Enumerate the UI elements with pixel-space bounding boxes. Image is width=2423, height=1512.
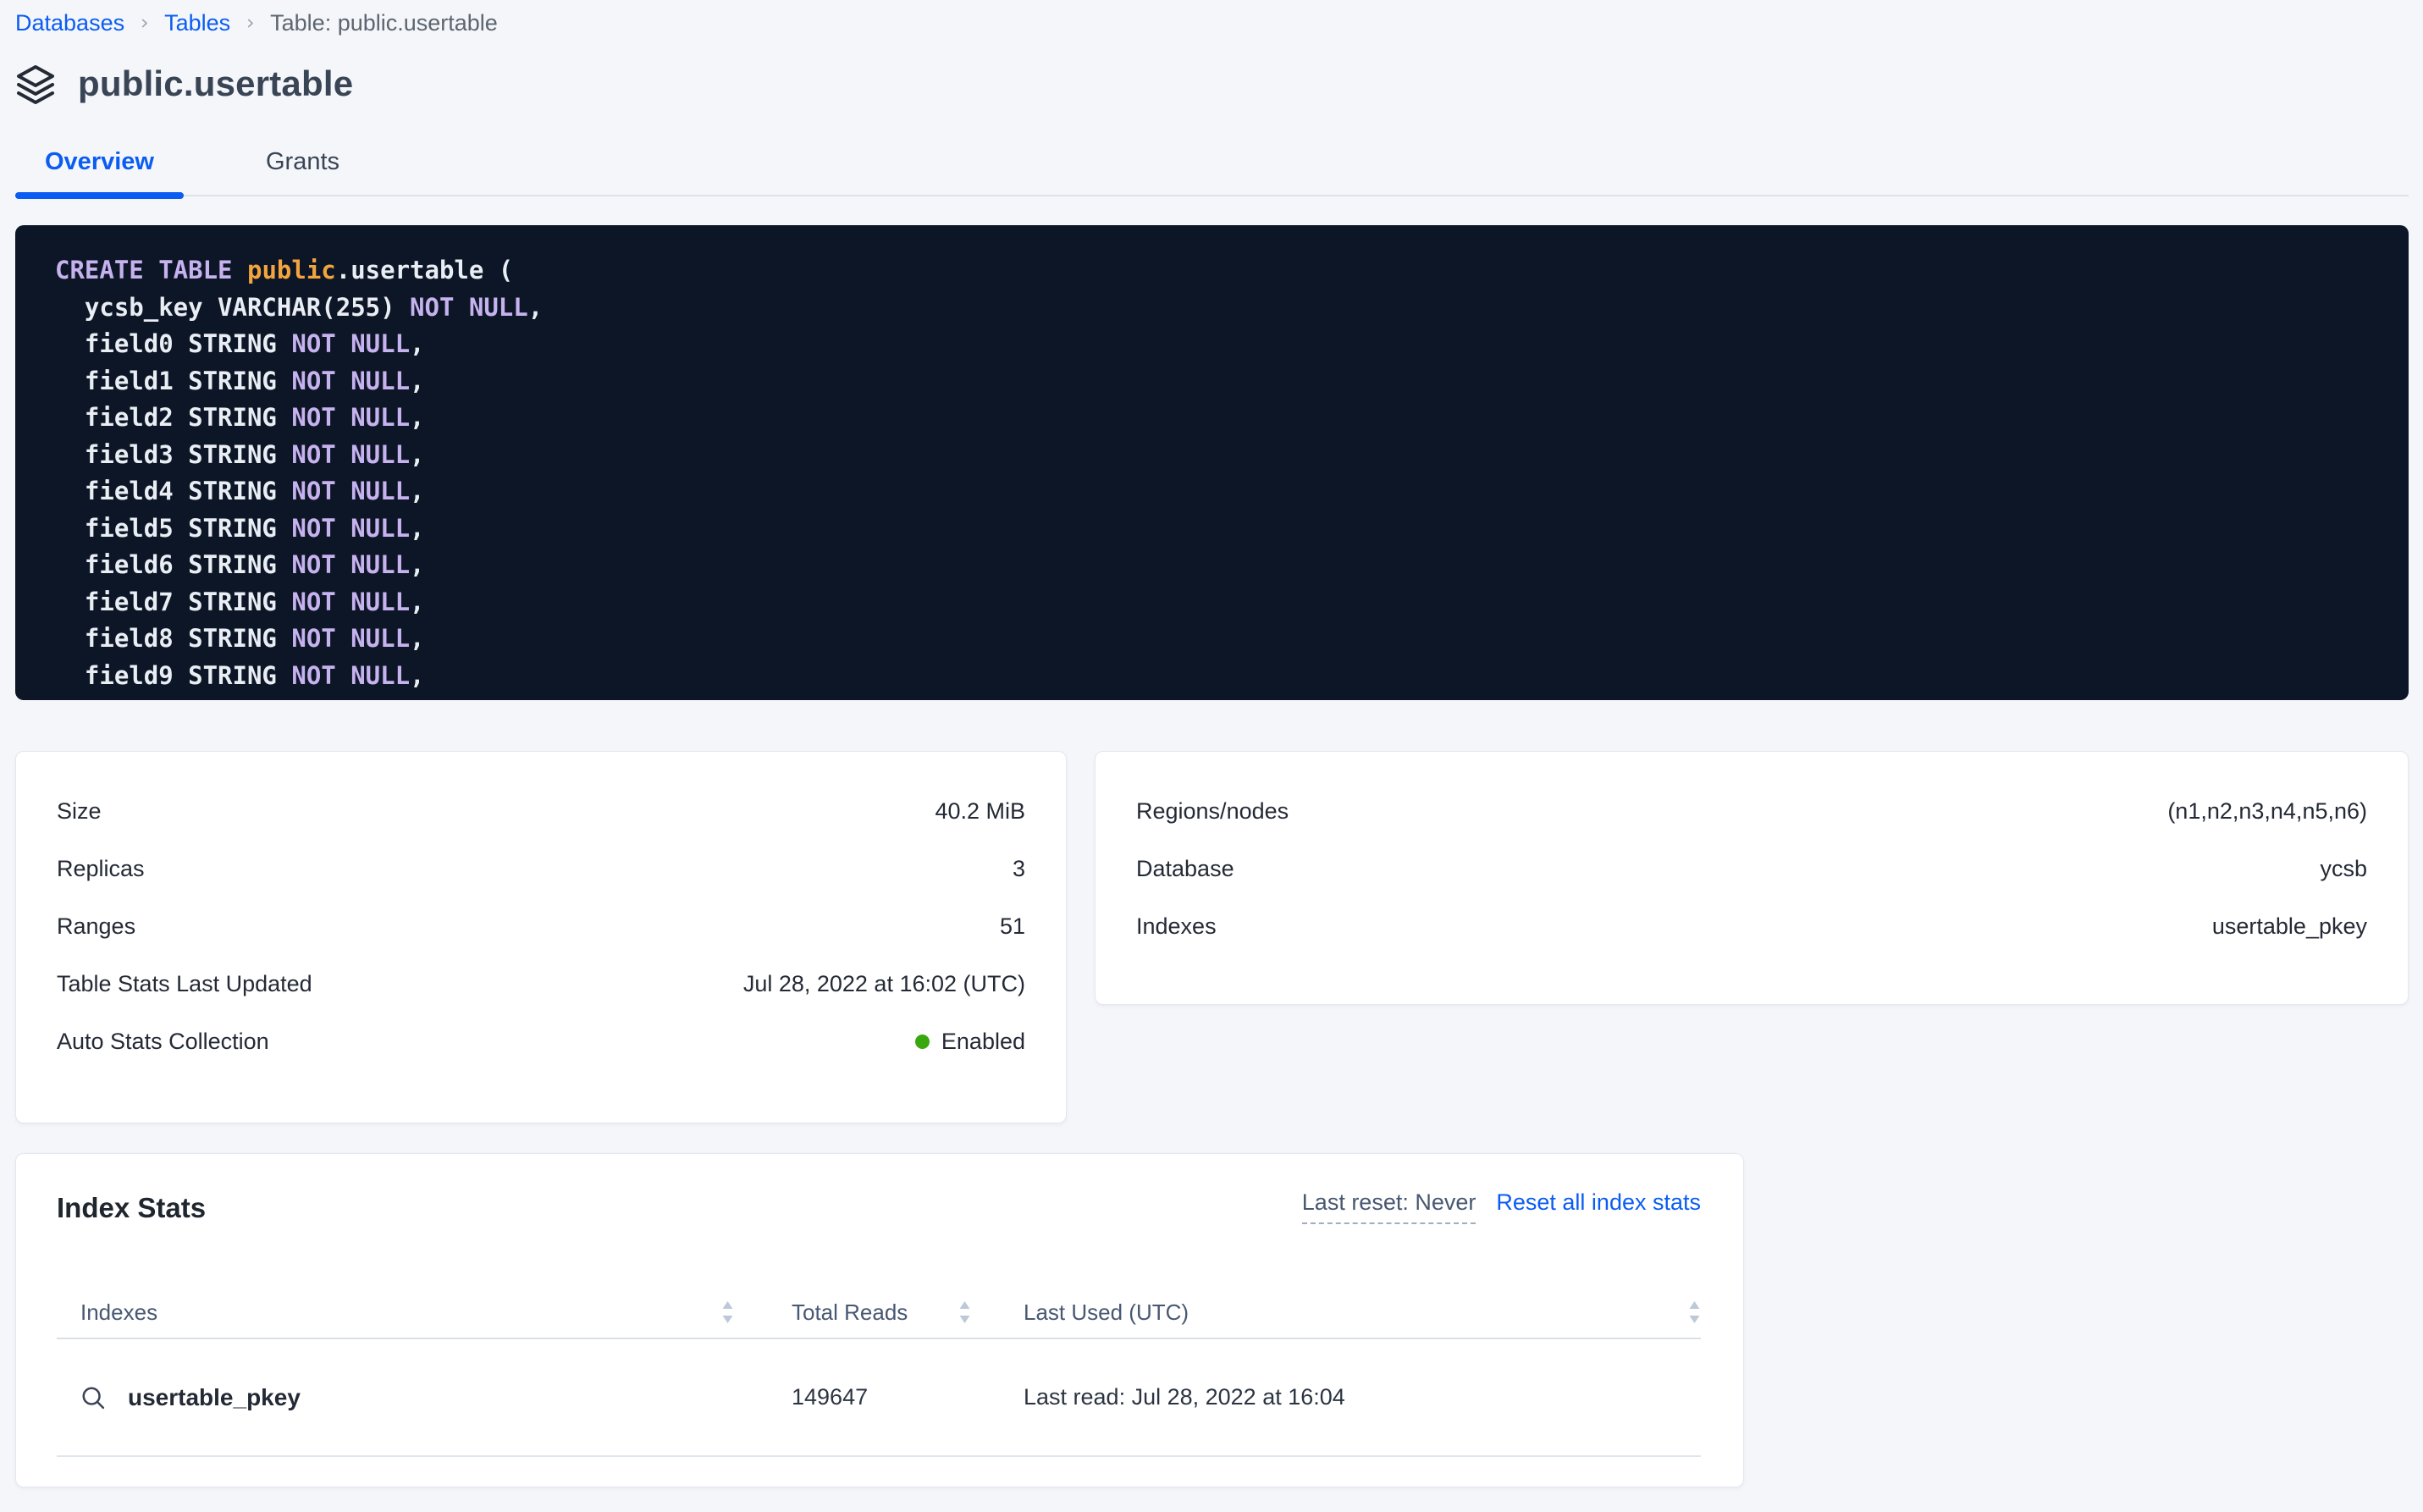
status-dot-green [915, 1035, 930, 1049]
column-header-last-used[interactable]: Last Used (UTC) [971, 1300, 1701, 1326]
detail-value: Enabled [915, 1029, 1025, 1055]
last-reset-label: Last reset: Never [1302, 1189, 1476, 1224]
detail-label: Auto Stats Collection [57, 1029, 269, 1055]
column-header-label: Last Used (UTC) [1024, 1300, 1189, 1326]
detail-label: Replicas [57, 856, 145, 882]
detail-label: Database [1136, 856, 1234, 882]
detail-value: 40.2 MiB [935, 798, 1025, 825]
table-topology-card: Regions/nodes (n1,n2,n3,n4,n5,n6) Database… [1095, 751, 2409, 1005]
sql-line: field2 STRING NOT NULL, [55, 400, 2369, 437]
total-reads-cell: 149647 [734, 1384, 971, 1410]
breadcrumb-link-tables[interactable]: Tables [164, 10, 230, 36]
detail-value: usertable_pkey [2212, 913, 2367, 940]
sql-line: field3 STRING NOT NULL, [55, 437, 2369, 474]
index-name-cell: usertable_pkey [57, 1384, 734, 1411]
layers-icon [15, 63, 56, 104]
sort-arrows-icon [1688, 1300, 1701, 1324]
sql-line: field0 STRING NOT NULL, [55, 326, 2369, 363]
page-header: public.usertable [15, 63, 2409, 104]
table-details-card: Size 40.2 MiB Replicas 3 Ranges 51 Table Stats… [15, 751, 1067, 1123]
detail-row: Auto Stats Collection Enabled [57, 1013, 1025, 1070]
last-used-value: Last read: Jul 28, 2022 at 16:04 [1024, 1384, 1345, 1410]
column-header-total-reads[interactable]: Total Reads [734, 1300, 971, 1326]
table-details-page: Databases Tables Table: public.usertable… [0, 0, 2423, 1487]
page-title: public.usertable [78, 63, 353, 104]
search-icon [80, 1385, 106, 1410]
column-header-label: Indexes [80, 1300, 157, 1326]
breadcrumb-current: Table: public.usertable [270, 10, 498, 36]
detail-row: Regions/nodes (n1,n2,n3,n4,n5,n6) [1136, 782, 2367, 840]
breadcrumb-link-databases[interactable]: Databases [15, 10, 124, 36]
detail-label: Size [57, 798, 102, 825]
detail-row: Database ycsb [1136, 840, 2367, 897]
index-table-header-row: Indexes Total Reads Last Used (UTC) [57, 1287, 1701, 1339]
index-name-link[interactable]: usertable_pkey [128, 1384, 301, 1411]
sql-line: field5 STRING NOT NULL, [55, 510, 2369, 548]
column-header-label: Total Reads [792, 1300, 908, 1326]
index-stats-header: Index Stats Last reset: Never Reset all … [57, 1154, 1701, 1224]
sql-line: field6 STRING NOT NULL, [55, 547, 2369, 584]
detail-value: ycsb [2320, 856, 2367, 882]
detail-label: Table Stats Last Updated [57, 971, 312, 997]
last-used-cell: Last read: Jul 28, 2022 at 16:04 [971, 1384, 1701, 1410]
sql-line: ycsb_key VARCHAR(255) NOT NULL, [55, 290, 2369, 327]
sql-line: field1 STRING NOT NULL, [55, 363, 2369, 400]
tab-bar: Overview Grants [15, 141, 2409, 196]
chevron-right-icon [244, 17, 257, 30]
detail-label: Indexes [1136, 913, 1217, 940]
detail-row: Size 40.2 MiB [57, 782, 1025, 840]
detail-row: Indexes usertable_pkey [1136, 897, 2367, 955]
column-header-indexes[interactable]: Indexes [57, 1300, 734, 1326]
index-stats-actions: Last reset: Never Reset all index stats [1302, 1189, 1701, 1224]
detail-value: Jul 28, 2022 at 16:02 (UTC) [743, 971, 1025, 997]
sql-line: CREATE TABLE public.usertable ( [55, 252, 2369, 290]
create-table-statement-panel: CREATE TABLE public.usertable ( ycsb_key… [15, 225, 2409, 700]
tab-overview[interactable]: Overview [15, 141, 184, 195]
sort-arrows-icon [958, 1300, 971, 1324]
detail-label: Regions/nodes [1136, 798, 1289, 825]
detail-label: Ranges [57, 913, 135, 940]
reset-all-index-stats-link[interactable]: Reset all index stats [1496, 1189, 1701, 1216]
detail-row: Replicas 3 [57, 840, 1025, 897]
index-stats-title: Index Stats [57, 1192, 206, 1224]
detail-value: 3 [1013, 856, 1025, 882]
tab-grants[interactable]: Grants [236, 141, 369, 195]
sql-line: field7 STRING NOT NULL, [55, 584, 2369, 621]
sql-line: field8 STRING NOT NULL, [55, 621, 2369, 658]
detail-value: (n1,n2,n3,n4,n5,n6) [2167, 798, 2367, 825]
total-reads-value: 149647 [792, 1384, 868, 1410]
table-row: usertable_pkey 149647 Last read: Jul 28,… [57, 1339, 1701, 1457]
overview-cards-row: Size 40.2 MiB Replicas 3 Ranges 51 Table Stats… [15, 751, 2409, 1123]
index-stats-card: Index Stats Last reset: Never Reset all … [15, 1153, 1744, 1487]
detail-row: Ranges 51 [57, 897, 1025, 955]
index-table-body: usertable_pkey 149647 Last read: Jul 28,… [57, 1339, 1701, 1457]
sql-line: field9 STRING NOT NULL, [55, 658, 2369, 695]
chevron-right-icon [138, 17, 151, 30]
detail-value: 51 [1000, 913, 1025, 940]
detail-row: Table Stats Last Updated Jul 28, 2022 at … [57, 955, 1025, 1013]
sql-line: field4 STRING NOT NULL, [55, 473, 2369, 510]
breadcrumb: Databases Tables Table: public.usertable [15, 0, 2409, 36]
sort-arrows-icon [721, 1300, 734, 1324]
